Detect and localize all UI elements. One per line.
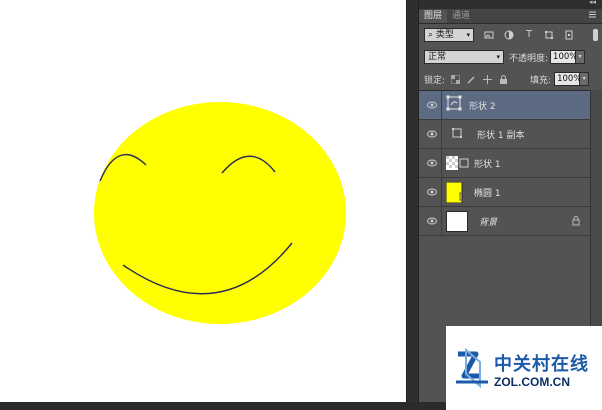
type-filter-icon[interactable]: T xyxy=(524,30,534,40)
fill-input[interactable]: 100% xyxy=(554,72,581,86)
watermark: 中关村在线 ZOL.COM.CN xyxy=(446,326,602,410)
yellow-ellipse xyxy=(94,102,346,324)
chevron-down-icon: ▾ xyxy=(466,31,470,39)
lock-fill-row: 锁定: 填充: 100% ▾ xyxy=(419,68,602,90)
lock-transparent-pixels-icon[interactable] xyxy=(450,74,461,84)
blend-opacity-row: 正常 ▾ 不透明度: 100% ▾ xyxy=(419,46,602,68)
lock-all-icon[interactable] xyxy=(499,74,508,84)
layer-name: 形状 1 xyxy=(474,160,501,170)
lock-position-icon[interactable] xyxy=(483,74,493,84)
visibility-eye-icon[interactable] xyxy=(427,101,437,109)
panel-title-bar: ◂◂ xyxy=(419,0,602,9)
tab-layers[interactable]: 图层 xyxy=(419,10,448,23)
chevron-down-icon: ▾ xyxy=(496,53,500,61)
watermark-brand: 中关村在线 xyxy=(494,354,589,375)
visibility-eye-icon[interactable] xyxy=(427,159,437,167)
opacity-input[interactable]: 100% xyxy=(550,50,577,64)
panel-tabs: 图层 通道 xyxy=(419,9,602,24)
layer-row-shape-2[interactable]: 形状 2 xyxy=(419,91,590,120)
layer-kind-filter-select[interactable]: ⌕ 类型 ▾ xyxy=(424,28,474,42)
tab-channels[interactable]: 通道 xyxy=(447,10,475,23)
blend-mode-select[interactable]: 正常 ▾ xyxy=(424,50,504,64)
shape-filter-icon[interactable] xyxy=(544,30,554,40)
document-canvas[interactable] xyxy=(0,0,406,402)
opacity-label: 不透明度: xyxy=(509,53,549,64)
adjustment-filter-icon[interactable] xyxy=(504,30,514,40)
smart-object-filter-icon[interactable] xyxy=(564,30,574,40)
lock-label: 锁定: xyxy=(424,75,446,86)
layer-row-shape-1-copy[interactable]: 形状 1 副本 xyxy=(419,120,590,149)
visibility-eye-icon[interactable] xyxy=(427,217,437,225)
zol-logo-icon xyxy=(456,347,488,389)
divider xyxy=(441,178,442,207)
filter-row: ⌕ 类型 ▾ T xyxy=(419,24,602,46)
layer-name: 背景 xyxy=(479,218,498,228)
divider xyxy=(441,149,442,178)
white-fill-thumbnail xyxy=(446,211,468,232)
fill-label: 填充: xyxy=(530,75,552,86)
filter-toggle-switch[interactable] xyxy=(593,29,598,41)
yellow-fill-thumbnail xyxy=(446,182,468,203)
vector-mask-thumbnail xyxy=(452,128,462,138)
layer-name: 形状 2 xyxy=(469,102,496,112)
layer-row-background[interactable]: 背景 xyxy=(419,207,590,236)
image-filter-icon[interactable] xyxy=(484,30,494,40)
vector-mask-thumbnail xyxy=(446,95,462,111)
search-icon: ⌕ xyxy=(428,30,436,40)
layer-row-ellipse-1[interactable]: 椭圆 1 xyxy=(419,178,590,207)
collapse-panel-icon[interactable]: ◂◂ xyxy=(589,0,596,6)
panel-menu-icon[interactable] xyxy=(588,10,597,22)
transparency-thumbnail xyxy=(446,156,469,170)
layer-name: 椭圆 1 xyxy=(474,189,501,199)
divider xyxy=(441,91,442,120)
lock-image-pixels-icon[interactable] xyxy=(467,75,476,84)
layer-row-shape-1[interactable]: 形状 1 xyxy=(419,149,590,178)
divider xyxy=(441,207,442,236)
visibility-eye-icon[interactable] xyxy=(427,130,437,138)
watermark-domain: ZOL.COM.CN xyxy=(494,375,570,389)
divider xyxy=(441,120,442,149)
opacity-dropdown-icon[interactable]: ▾ xyxy=(576,50,586,64)
lock-icon xyxy=(572,216,580,226)
layer-name: 形状 1 副本 xyxy=(477,131,525,141)
fill-dropdown-icon[interactable]: ▾ xyxy=(580,72,590,86)
smiley-artwork xyxy=(94,102,346,324)
canvas-scrollbar[interactable] xyxy=(406,0,418,402)
visibility-eye-icon[interactable] xyxy=(427,188,437,196)
